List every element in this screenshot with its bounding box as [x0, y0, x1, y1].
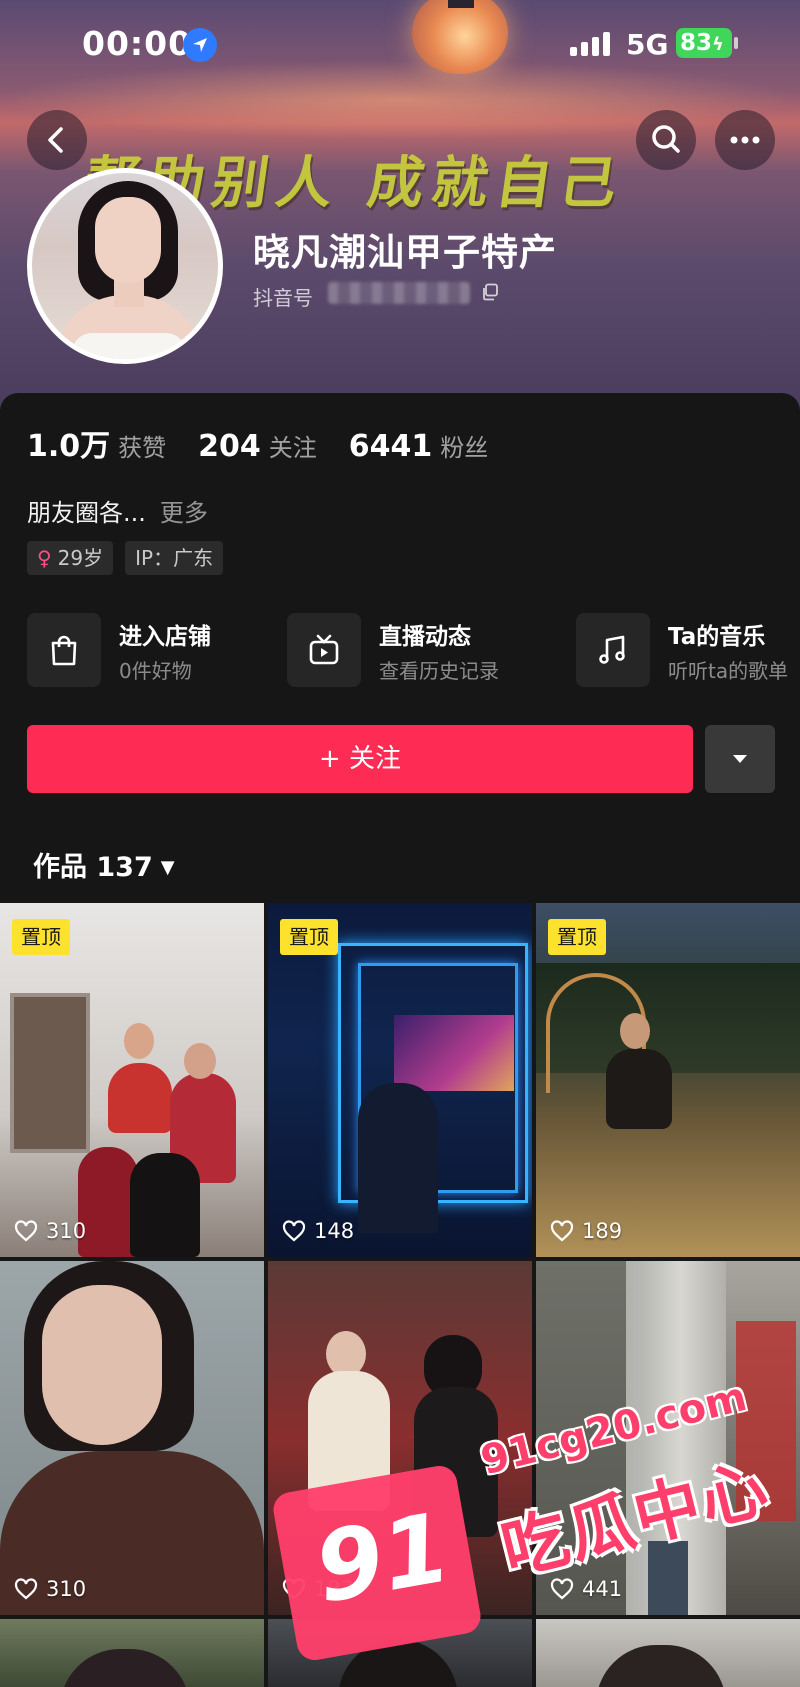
tab-works[interactable]: 作品 137 ▼ — [33, 845, 175, 884]
douyin-id-value-blurred — [328, 282, 470, 304]
feature-title: 进入店铺 — [119, 624, 211, 650]
douyin-id-label: 抖音号 — [253, 286, 313, 310]
status-bar: 00:00 5G 83ϟ — [0, 0, 800, 88]
stat-likes[interactable]: 1.0万 获赞 — [27, 421, 166, 465]
female-icon: ♀ — [37, 546, 52, 570]
profile-bio: 朋友圈各... 更多 — [27, 493, 208, 528]
feature-subtitle: 0件好物 — [119, 659, 192, 683]
battery-level: 83ϟ — [676, 28, 732, 58]
cellular-signal-icon — [570, 30, 612, 56]
stat-following[interactable]: 204 关注 — [198, 428, 317, 464]
copy-icon[interactable] — [481, 283, 499, 301]
avatar[interactable] — [27, 168, 223, 364]
pinned-badge: 置顶 — [548, 919, 606, 955]
back-button[interactable] — [27, 110, 87, 170]
network-type: 5G — [626, 28, 669, 61]
bio-more-link[interactable]: 更多 — [160, 499, 208, 527]
like-count: 310 — [14, 1577, 86, 1601]
video-thumbnail[interactable] — [0, 1619, 264, 1687]
ip-tag: IP：广东 — [125, 541, 224, 575]
ip-text: IP：广东 — [135, 546, 214, 570]
feature-title: Ta的音乐 — [668, 624, 766, 650]
location-arrow-icon — [183, 28, 217, 62]
search-icon — [652, 125, 680, 153]
like-count-value: 148 — [314, 1219, 355, 1243]
caret-down-icon — [733, 755, 747, 763]
heart-icon — [282, 1220, 306, 1242]
profile-panel: 1.0万 获赞 204 关注 6441 粉丝 朋友圈各... 更多 ♀ 29岁 I… — [0, 393, 800, 903]
battery-percent: 83 — [680, 30, 713, 56]
stat-label: 粉丝 — [440, 434, 489, 462]
heart-icon — [14, 1220, 38, 1242]
caret-down-icon: ▼ — [160, 857, 175, 878]
like-count: 310 — [14, 1219, 86, 1243]
more-dots-icon — [730, 136, 760, 144]
live-tv-icon — [309, 634, 339, 665]
tab-works-label: 作品 137 — [33, 852, 153, 883]
stat-value: 1.0万 — [27, 429, 111, 464]
feature-icon-box — [27, 613, 101, 687]
like-count-value: 310 — [46, 1577, 87, 1601]
pinned-badge: 置顶 — [280, 919, 338, 955]
more-button[interactable] — [715, 110, 775, 170]
stat-label: 关注 — [268, 434, 317, 462]
battery-tip — [734, 37, 738, 49]
chevron-left-icon — [48, 127, 63, 153]
recommend-dropdown-button[interactable] — [705, 725, 775, 793]
like-count: 148 — [282, 1219, 354, 1243]
like-count: 189 — [550, 1219, 622, 1243]
stat-value: 204 — [198, 429, 261, 464]
video-thumbnail[interactable]: 310 — [0, 1261, 264, 1615]
feature-row: 进入店铺 0件好物 直播动态 查看历史记录 Ta的音乐 听听ta的歌单 — [27, 611, 800, 687]
feature-icon-box — [576, 613, 650, 687]
watermark-badge-text: 91 — [307, 1491, 459, 1625]
music-note-icon — [599, 635, 625, 664]
video-thumbnail[interactable]: 置顶 189 — [536, 903, 800, 1257]
feature-title: 直播动态 — [379, 624, 471, 650]
feature-subtitle: 听听ta的歌单 — [668, 659, 789, 683]
age-text: 29岁 — [57, 546, 104, 570]
stat-followers[interactable]: 6441 粉丝 — [349, 428, 489, 464]
heart-icon — [550, 1220, 574, 1242]
video-thumbnail[interactable] — [536, 1619, 800, 1687]
stat-value: 6441 — [348, 429, 433, 464]
pinned-badge: 置顶 — [12, 919, 70, 955]
feature-subtitle: 查看历史记录 — [379, 659, 499, 683]
profile-tags: ♀ 29岁 IP：广东 — [27, 541, 235, 575]
shopping-bag-icon — [51, 635, 77, 666]
like-count-value: 441 — [582, 1577, 623, 1601]
bio-text: 朋友圈各... — [27, 499, 146, 527]
stat-label: 获赞 — [118, 434, 167, 462]
like-count-value: 310 — [46, 1219, 87, 1243]
like-count-value: 189 — [582, 1219, 623, 1243]
feature-icon-box — [287, 613, 361, 687]
status-time: 00:00 — [82, 24, 193, 63]
search-button[interactable] — [636, 110, 696, 170]
follow-button[interactable]: + 关注 — [27, 725, 693, 793]
age-tag: ♀ 29岁 — [27, 541, 114, 575]
profile-nickname: 晓凡潮汕甲子特产 — [253, 231, 557, 274]
heart-icon — [14, 1578, 38, 1600]
video-thumbnail[interactable]: 置顶 148 — [268, 903, 532, 1257]
video-thumbnail[interactable]: 置顶 310 — [0, 903, 264, 1257]
profile-stats: 1.0万 获赞 204 关注 6441 粉丝 — [27, 421, 520, 465]
